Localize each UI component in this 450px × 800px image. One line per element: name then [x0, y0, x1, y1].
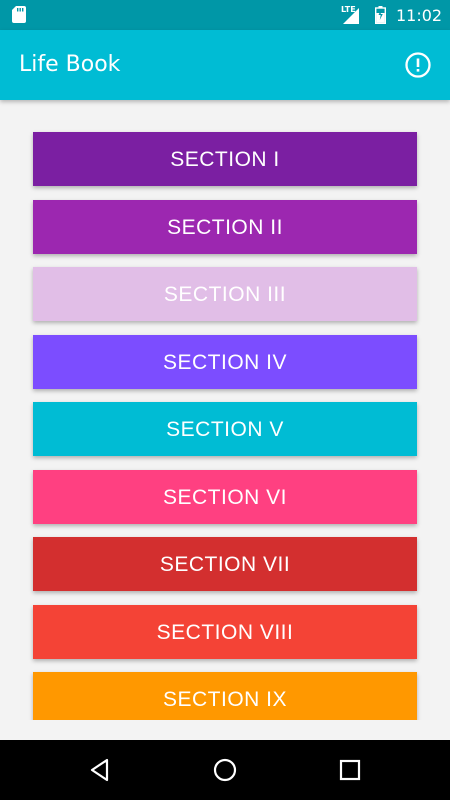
- section-list-container: SECTION I SECTION II SECTION III SECTION IV…: [0, 100, 450, 720]
- section-button[interactable]: SECTION VII: [33, 537, 417, 591]
- home-icon[interactable]: [212, 757, 238, 783]
- recents-icon[interactable]: [337, 757, 363, 783]
- signal-icon: [343, 8, 359, 24]
- section-button[interactable]: SECTION VIII: [33, 604, 417, 659]
- section-button[interactable]: SECTION I: [33, 132, 417, 186]
- status-clock: 11:02: [396, 6, 443, 25]
- section-button[interactable]: SECTION VI: [33, 469, 417, 524]
- battery-icon: [375, 6, 386, 24]
- section-button[interactable]: SECTION II: [33, 199, 417, 254]
- section-button[interactable]: SECTION IX: [33, 672, 417, 720]
- screen: LTE 11:02 Life Book SECTION I SECTION II S…: [0, 0, 450, 800]
- sd-card-icon: [12, 6, 26, 23]
- app-title: Life Book: [19, 52, 121, 77]
- back-icon[interactable]: [87, 757, 113, 783]
- info-icon[interactable]: [404, 51, 432, 79]
- section-button[interactable]: SECTION III: [33, 267, 417, 321]
- app-bar: Life Book: [0, 30, 450, 100]
- status-bar: LTE 11:02: [0, 0, 450, 30]
- section-button[interactable]: SECTION V: [33, 402, 417, 456]
- section-button[interactable]: SECTION IV: [33, 334, 417, 389]
- navigation-bar: [0, 740, 450, 800]
- section-list: SECTION I SECTION II SECTION III SECTION IV…: [33, 132, 417, 720]
